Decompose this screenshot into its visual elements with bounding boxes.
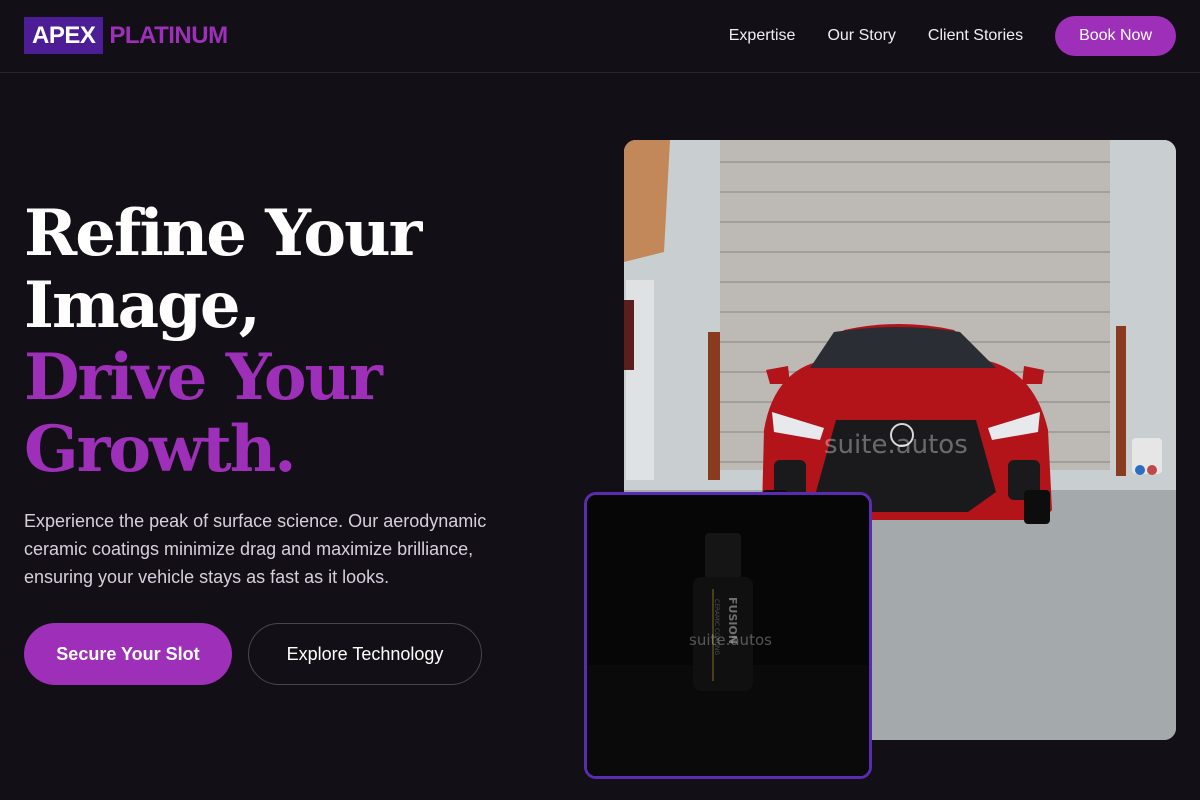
product-card: FUSION CERAMIC COATING suite.autos [584, 492, 872, 779]
headline-accent-line-1: Drive Your [24, 340, 383, 415]
hero-subtext: Experience the peak of surface science. … [24, 511, 487, 587]
hero-headline: Refine Your Image, Drive Your Growth. [24, 198, 584, 486]
main-nav: Expertise Our Story Client Stories Book … [729, 16, 1176, 56]
nav-link-client-stories[interactable]: Client Stories [928, 27, 1023, 45]
headline-line-2: Image, [24, 268, 261, 343]
headline-accent-line-2: Growth. [24, 412, 297, 487]
coating-bottle-photo: FUSION CERAMIC COATING [587, 495, 869, 776]
book-now-button[interactable]: Book Now [1055, 16, 1176, 56]
nav-link-our-story[interactable]: Our Story [827, 27, 895, 45]
headline-line-1: Refine Your [24, 196, 422, 271]
nav-link-expertise[interactable]: Expertise [729, 27, 796, 45]
secure-slot-button[interactable]: Secure Your Slot [24, 623, 232, 685]
bottle-sublabel-text: CERAMIC COATING [713, 599, 720, 655]
brand-logo[interactable]: APEX PLATINUM [24, 17, 228, 54]
logo-apex: APEX [24, 17, 104, 54]
logo-platinum: PLATINUM [109, 21, 228, 49]
explore-technology-button[interactable]: Explore Technology [248, 623, 482, 685]
bottle-label-text: FUSION [726, 597, 739, 644]
site-header: APEX PLATINUM Expertise Our Story Client… [0, 0, 1200, 73]
